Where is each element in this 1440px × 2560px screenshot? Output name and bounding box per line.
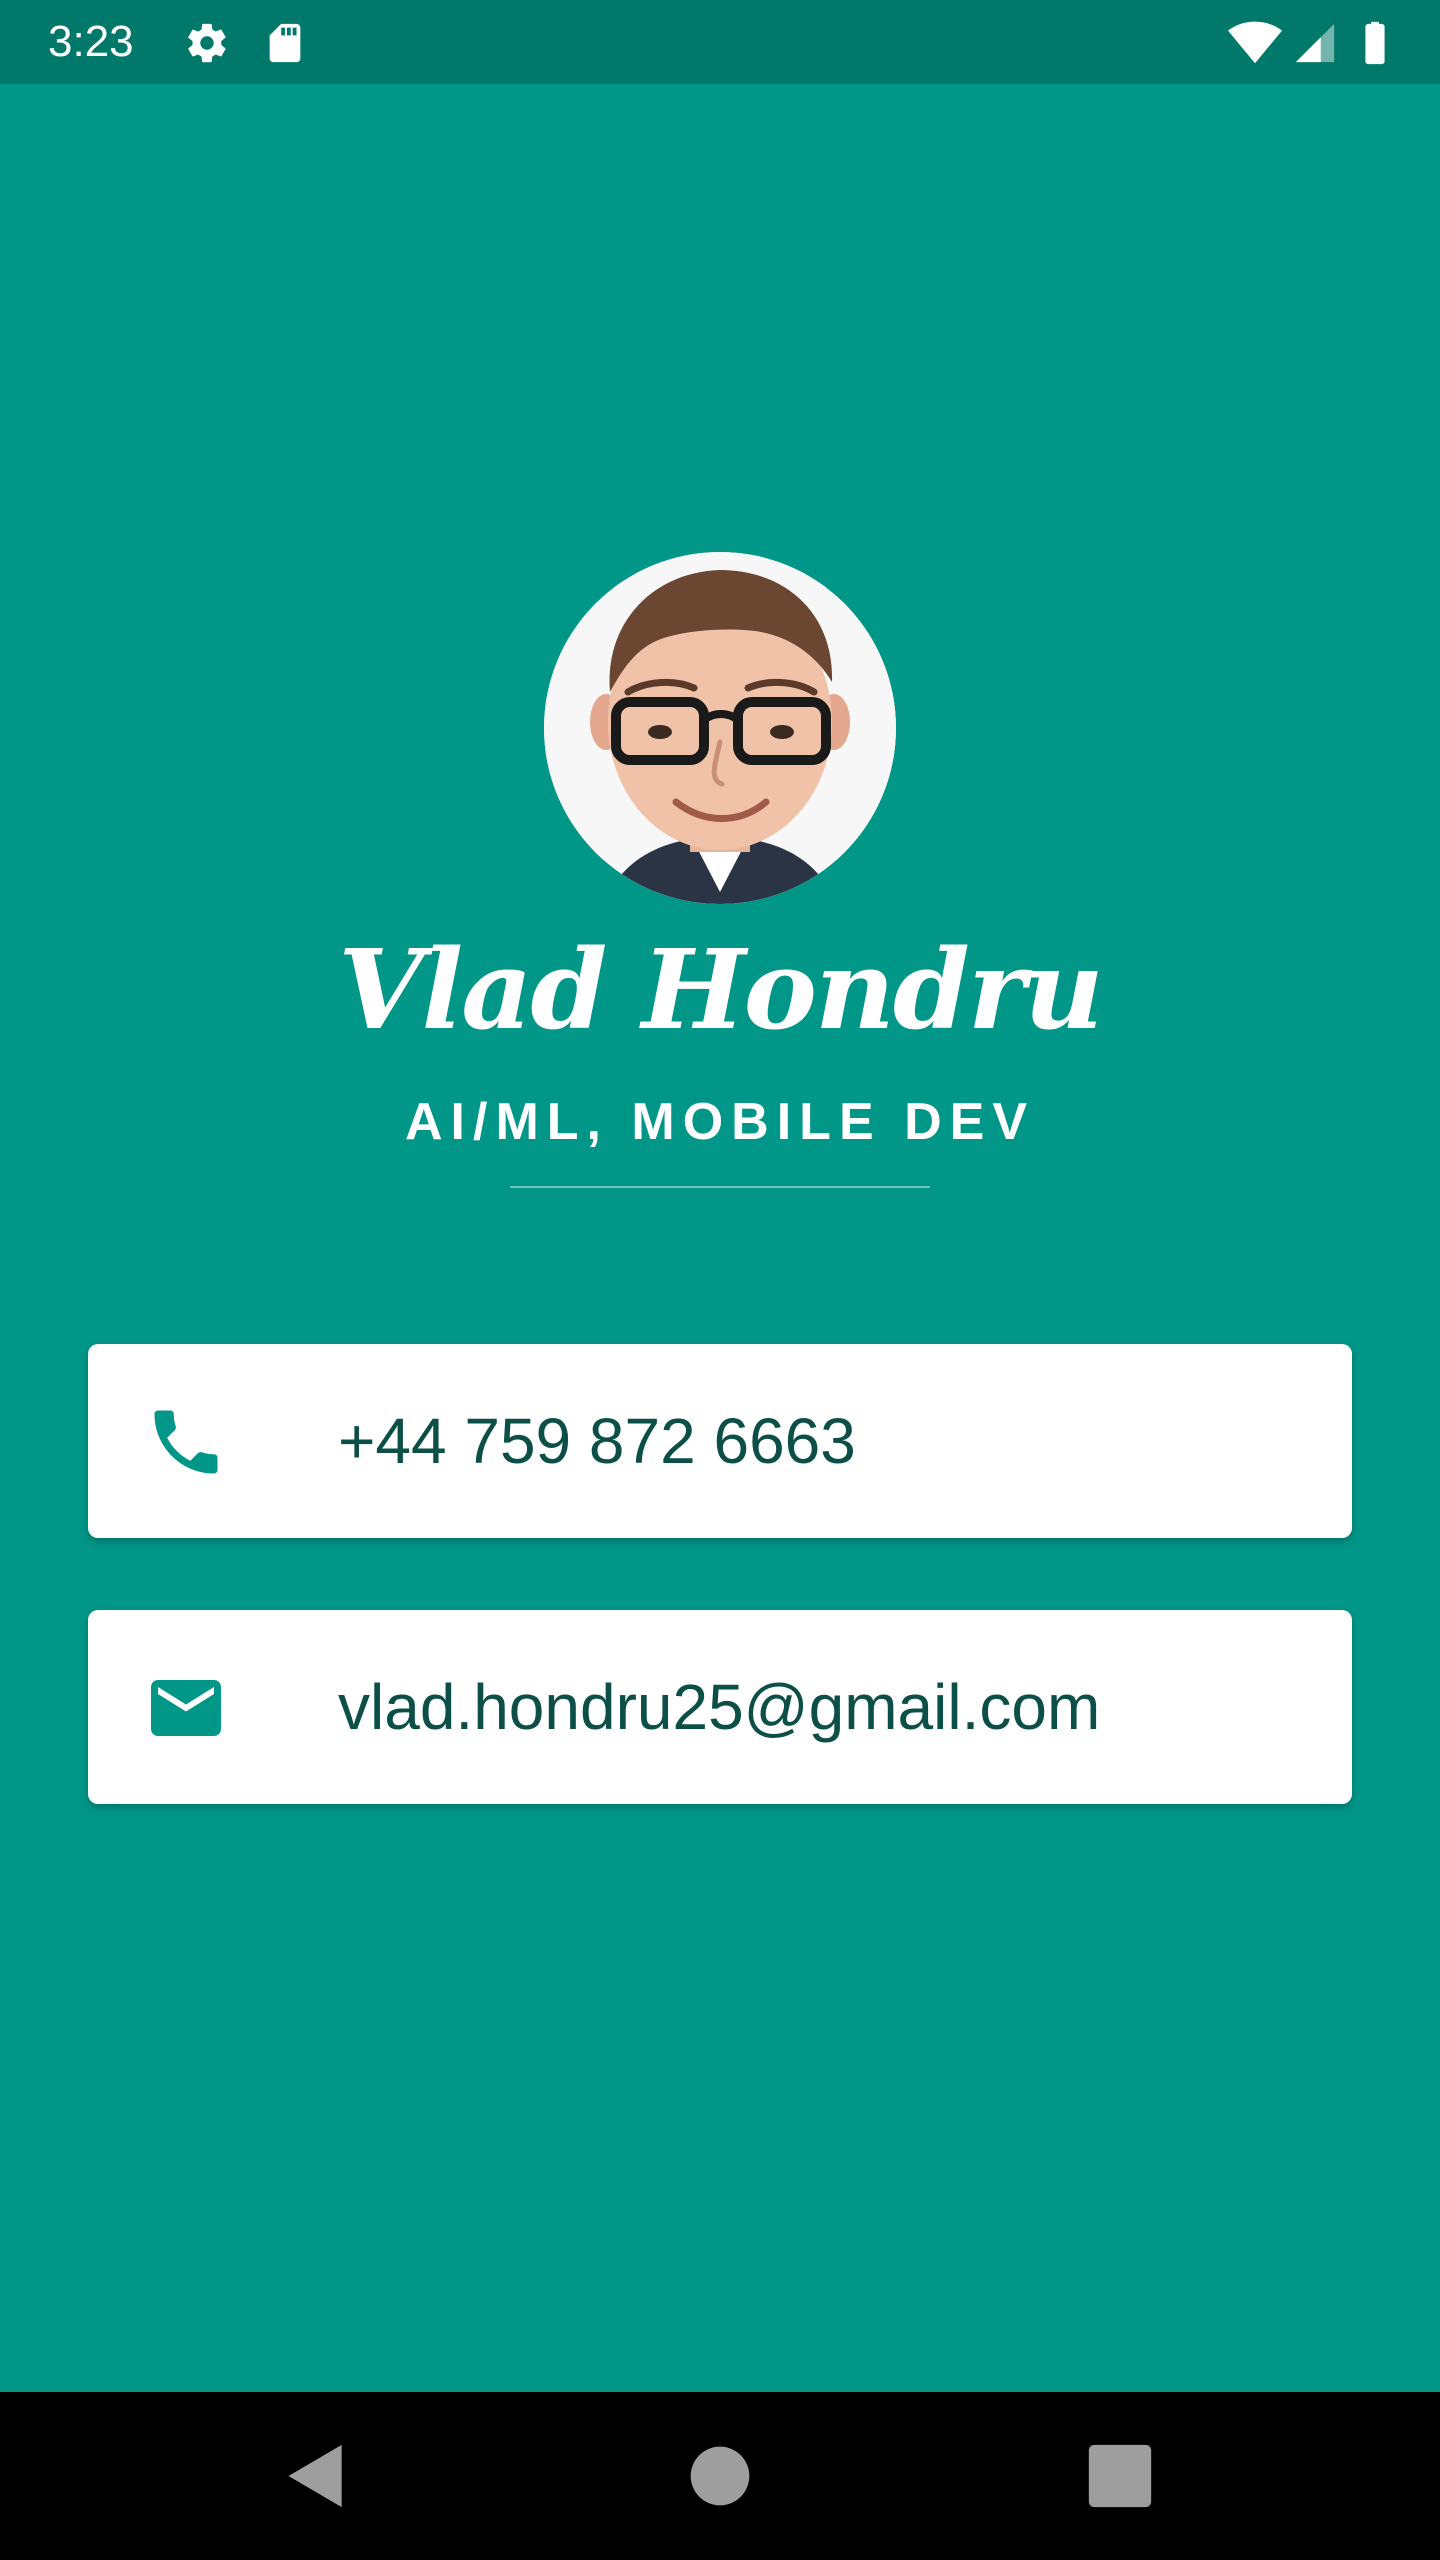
battery-icon bbox=[1358, 20, 1392, 66]
status-time: 3:23 bbox=[48, 17, 134, 66]
wifi-icon bbox=[1228, 20, 1282, 66]
avatar bbox=[544, 552, 896, 904]
profile-title: AI/ML, MOBILE DEV bbox=[405, 1093, 1035, 1151]
gear-icon bbox=[184, 20, 230, 66]
phone-card[interactable]: +44 759 872 6663 bbox=[88, 1344, 1352, 1538]
sd-card-icon bbox=[262, 20, 308, 66]
email-card[interactable]: vlad.hondru25@gmail.com bbox=[88, 1610, 1352, 1804]
divider bbox=[510, 1186, 930, 1188]
back-icon[interactable] bbox=[272, 2432, 360, 2520]
profile-screen bbox=[0, 84, 1440, 2392]
phone-icon bbox=[144, 1400, 228, 1484]
mail-icon bbox=[144, 1666, 228, 1750]
profile-name: Vlad Hondru bbox=[338, 925, 1104, 1054]
cell-signal-icon bbox=[1292, 20, 1338, 66]
email-address: vlad.hondru25@gmail.com bbox=[338, 1671, 1101, 1743]
navigation-bar bbox=[0, 2392, 1440, 2560]
phone-number: +44 759 872 6663 bbox=[338, 1405, 856, 1477]
status-bar: 3:23 bbox=[0, 0, 1440, 84]
home-icon[interactable] bbox=[676, 2432, 764, 2520]
recents-icon[interactable] bbox=[1076, 2432, 1164, 2520]
